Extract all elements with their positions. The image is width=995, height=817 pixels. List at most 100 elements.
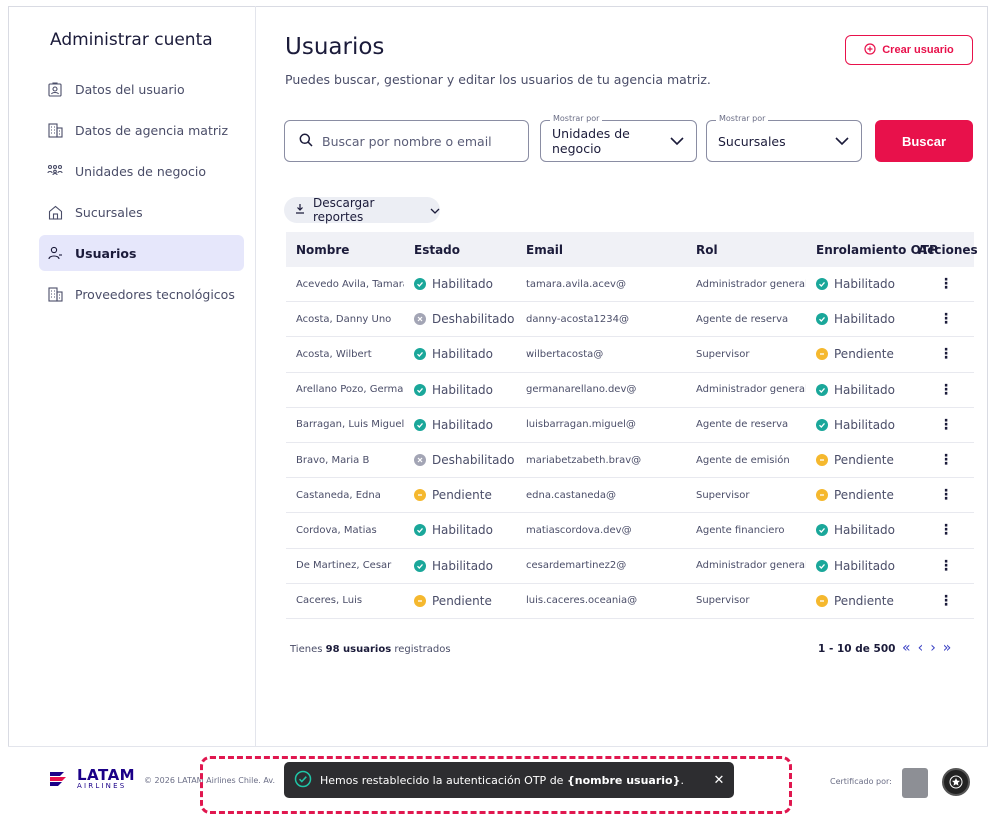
table-row: Barragan, Luis Miguel Habilitado luisbarra… (286, 408, 974, 443)
table-header: Nombre Estado Email Rol Enrolamiento OTP… (286, 232, 978, 267)
cell-status-label: Deshabilitado (432, 312, 515, 327)
cell-name: Arellano Pozo, German (296, 384, 404, 396)
latam-logo: LATAM AIRLINES (50, 768, 135, 790)
column-header-email[interactable]: Email (516, 243, 686, 257)
sidebar-item-datos-agencia[interactable]: Datos de agencia matriz (39, 112, 244, 148)
sidebar-item-proveedores[interactable]: Proveedores tecnológicos (39, 276, 244, 312)
cell-role: Administrador general (696, 278, 806, 290)
cell-otp-label: Habilitado (834, 558, 896, 573)
check-circle-icon (414, 383, 426, 396)
cell-status-label: Habilitado (432, 382, 494, 397)
sidebar-item-unidades-negocio[interactable]: Unidades de negocio (39, 153, 244, 189)
create-user-button[interactable]: Crear usuario (845, 35, 973, 65)
branch-select[interactable]: Mostrar por Sucursales (706, 114, 862, 162)
cell-otp: Habilitado (806, 383, 918, 397)
last-page-button[interactable]: » (943, 640, 952, 656)
next-page-button[interactable]: › (930, 640, 936, 656)
cell-name: Barragan, Luis Miguel (296, 419, 404, 431)
table-row: Acosta, Danny Uno Deshabilitado danny-acos… (286, 302, 974, 338)
sidebar-item-label: Usuarios (75, 245, 137, 261)
table-row: Caceres, Luis Pendiente luis.caceres.ocean… (286, 584, 974, 619)
cell-status-label: Habilitado (432, 347, 494, 362)
sidebar-nav: Datos del usuario Datos de agencia matri… (39, 71, 244, 317)
download-reports-button[interactable]: Descargar reportes (284, 196, 440, 224)
search-field[interactable] (284, 120, 529, 162)
chevron-down-icon (430, 203, 440, 217)
sidebar-item-usuarios[interactable]: Usuarios (39, 235, 244, 271)
cell-email: edna.castaneda@ (526, 489, 616, 501)
search-input[interactable] (322, 133, 502, 149)
business-unit-select[interactable]: Mostrar por Unidades de negocio (540, 114, 697, 162)
cell-otp-label: Pendiente (834, 488, 894, 503)
pending-icon (414, 489, 426, 502)
branch-legend: Mostrar por (716, 114, 769, 123)
plus-circle-icon (864, 42, 876, 58)
sidebar-title: Administrar cuenta (50, 30, 213, 50)
first-page-button[interactable]: « (902, 640, 911, 656)
users-count-suffix: registrados (391, 644, 451, 655)
row-actions-button[interactable]: ⋮ (918, 487, 974, 503)
cell-status: Habilitado (404, 523, 516, 537)
sidebar-item-sucursales[interactable]: Sucursales (39, 194, 244, 230)
cell-status: Habilitado (404, 383, 516, 397)
table-row: Arellano Pozo, German Habilitado germanare… (286, 373, 974, 408)
check-circle-icon (816, 418, 828, 431)
cell-status: Habilitado (404, 418, 516, 432)
sidebar-item-label: Proveedores tecnológicos (75, 286, 235, 302)
cell-name: Acosta, Danny Uno (296, 313, 392, 325)
cell-role: Agente de reserva (696, 419, 789, 431)
column-header-actions: Acciones (918, 242, 978, 257)
check-circle-icon (816, 559, 828, 572)
users-count-prefix: Tienes (290, 644, 326, 655)
table-row: Acosta, Wilbert Habilitado wilbertacosta@ S… (286, 337, 974, 373)
cell-otp: Habilitado (806, 312, 918, 326)
column-header-role[interactable]: Rol (686, 243, 806, 257)
certification-seal-icon (942, 768, 970, 796)
chevron-down-icon (670, 134, 684, 149)
cell-role: Agente de emisión (696, 454, 790, 466)
cell-status: Habilitado (404, 347, 516, 361)
cell-otp: Habilitado (806, 418, 918, 432)
column-header-otp[interactable]: Enrolamiento OTP (806, 243, 938, 257)
row-actions-button[interactable]: ⋮ (918, 522, 974, 538)
row-actions-button[interactable]: ⋮ (918, 452, 974, 468)
search-button[interactable]: Buscar (875, 120, 973, 162)
cell-otp-label: Habilitado (834, 417, 896, 432)
check-circle-icon (414, 524, 426, 537)
building-icon (47, 286, 63, 302)
prev-page-button[interactable]: ‹ (918, 640, 924, 656)
building-icon (47, 122, 63, 138)
sidebar-item-label: Sucursales (75, 204, 143, 220)
column-header-name[interactable]: Nombre (286, 243, 404, 257)
disabled-icon (414, 454, 426, 467)
row-actions-button[interactable]: ⋮ (918, 346, 974, 362)
row-actions-button[interactable]: ⋮ (918, 417, 974, 433)
table-row: Acevedo Avila, Tamara Habilitado tamara.av… (286, 267, 974, 303)
cell-status: Pendiente (404, 488, 516, 502)
check-circle-icon (414, 418, 426, 431)
sidebar-item-datos-usuario[interactable]: Datos del usuario (39, 71, 244, 107)
column-header-status[interactable]: Estado (404, 243, 516, 257)
cell-otp-label: Pendiente (834, 347, 894, 362)
check-circle-icon (816, 278, 828, 291)
create-user-label: Crear usuario (882, 44, 954, 56)
cell-email: luisbarragan.miguel@ (526, 419, 636, 431)
cell-status-label: Deshabilitado (432, 453, 515, 468)
cell-status: Deshabilitado (404, 312, 516, 326)
table-row: Cordova, Matias Habilitado matiascordova.d… (286, 513, 974, 549)
cell-email: danny-acosta1234@ (526, 313, 629, 325)
row-actions-button[interactable]: ⋮ (918, 311, 974, 327)
row-actions-button[interactable]: ⋮ (918, 382, 974, 398)
users-group-icon (47, 163, 63, 179)
cell-otp-label: Habilitado (834, 277, 896, 292)
user-icon (47, 245, 63, 261)
cell-otp: Pendiente (806, 488, 918, 502)
row-actions-button[interactable]: ⋮ (918, 558, 974, 574)
certification-badge-icon (902, 768, 928, 798)
cell-email: matiascordova.dev@ (526, 524, 632, 536)
table-body: Acevedo Avila, Tamara Habilitado tamara.av… (286, 267, 974, 619)
pending-icon (816, 348, 828, 361)
cell-otp-label: Habilitado (834, 312, 896, 327)
row-actions-button[interactable]: ⋮ (918, 593, 974, 609)
row-actions-button[interactable]: ⋮ (918, 276, 974, 292)
